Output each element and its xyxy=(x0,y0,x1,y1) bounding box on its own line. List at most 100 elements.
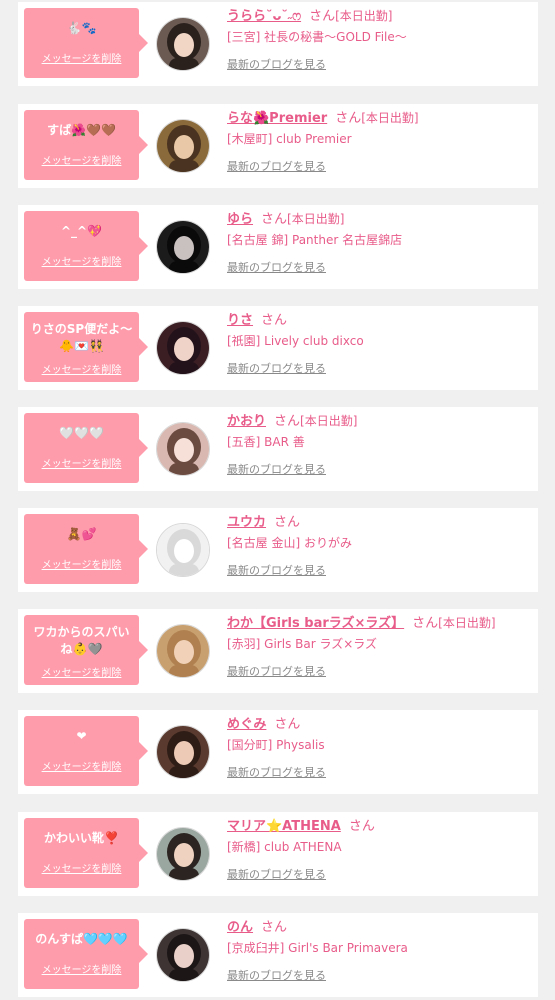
message-bubble: のんすぱ🩵🩵🩵 メッセージを削除 xyxy=(24,919,148,989)
honorific: さん xyxy=(261,212,288,227)
message-text: のんすぱ🩵🩵🩵 xyxy=(35,932,128,946)
shop-name: [名古屋 錦] Panther 名古屋錦店 xyxy=(227,233,403,247)
delete-message-link[interactable]: メッセージを削除 xyxy=(24,664,139,679)
message-card: 🤍🤍🤍 メッセージを削除 かおり さん[本日出勤] [五香] BAR 善最新のブログを見… xyxy=(18,407,538,491)
shop-name: [五香] BAR 善 xyxy=(227,435,305,449)
message-text: 🧸💕 xyxy=(66,527,97,541)
work-status-badge: [本日出勤] xyxy=(438,616,496,630)
avatar[interactable] xyxy=(156,523,210,577)
message-text: ^_^💖 xyxy=(60,224,103,238)
message-list: 🐇🐾 メッセージを削除 うらら˘ᴗ˘˶ෆ さん[本日出勤] [三宮] 社長の秘書〜GOL… xyxy=(0,0,555,1000)
message-text: ❤ xyxy=(76,729,87,743)
message-bubble: ワカからのスパいね👶🩶 メッセージを削除 xyxy=(24,615,148,685)
latest-blog-link[interactable]: 最新のブログを見る xyxy=(227,765,326,781)
avatar[interactable] xyxy=(156,119,210,173)
shop-name: [京成臼井] Girl's Bar Primavera xyxy=(227,941,408,955)
latest-blog-link[interactable]: 最新のブログを見る xyxy=(227,968,326,984)
delete-message-link[interactable]: メッセージを削除 xyxy=(24,50,139,65)
honorific: さん xyxy=(261,313,288,328)
avatar[interactable] xyxy=(156,220,210,274)
message-bubble: 🤍🤍🤍 メッセージを削除 xyxy=(24,413,148,483)
sender-name-link[interactable]: ユウカ xyxy=(227,515,266,530)
sender-info: りさ さん [祇園] Lively club dixco 最新のブログを見る xyxy=(227,309,532,377)
sender-info: ユウカ さん [名古屋 金山] おりがみ 最新のブログを見る xyxy=(227,511,532,579)
sender-name-link[interactable]: のん xyxy=(227,920,253,935)
shop-name: [祇園] Lively club dixco xyxy=(227,334,364,348)
latest-blog-link[interactable]: 最新のブログを見る xyxy=(227,361,326,377)
honorific: さん xyxy=(261,920,288,935)
delete-message-link[interactable]: メッセージを削除 xyxy=(24,253,139,268)
message-card: 🧸💕 メッセージを削除 ユウカ さん [名古屋 金山] おりがみ 最新のブログを見る xyxy=(18,508,538,592)
sender-name-link[interactable]: うらら˘ᴗ˘˶ෆ xyxy=(227,9,301,24)
sender-info: わか【Girls barラズ×ラズ】 さん[本日出勤] [赤羽] Girls Bar… xyxy=(227,612,532,680)
message-text: 🤍🤍🤍 xyxy=(59,426,104,440)
avatar[interactable] xyxy=(156,928,210,982)
message-card: りさのSP便だよ〜🐥💌👯 メッセージを削除 りさ さん [祇園] Lively club… xyxy=(18,306,538,390)
latest-blog-link[interactable]: 最新のブログを見る xyxy=(227,57,326,73)
message-bubble: りさのSP便だよ〜🐥💌👯 メッセージを削除 xyxy=(24,312,148,382)
delete-message-link[interactable]: メッセージを削除 xyxy=(24,860,139,875)
message-text: 🐇🐾 xyxy=(66,21,97,35)
honorific: さん xyxy=(274,515,301,530)
message-card: のんすぱ🩵🩵🩵 メッセージを削除 のん さん [京成臼井] Girl's Bar Pri… xyxy=(18,913,538,997)
message-card: すば🌺🤎🤎 メッセージを削除 らな🌺Premier さん[本日出勤] [木屋町] clu… xyxy=(18,104,538,188)
sender-info: かおり さん[本日出勤] [五香] BAR 善最新のブログを見る xyxy=(227,410,532,478)
honorific: さん xyxy=(348,819,375,834)
delete-message-link[interactable]: メッセージを削除 xyxy=(24,758,139,773)
message-text: りさのSP便だよ〜🐥💌👯 xyxy=(30,322,133,353)
sender-name-link[interactable]: かおり xyxy=(227,414,266,429)
message-bubble: かわいい靴❣️ メッセージを削除 xyxy=(24,818,148,888)
message-bubble: ❤ メッセージを削除 xyxy=(24,716,148,786)
avatar[interactable] xyxy=(156,422,210,476)
honorific: さん xyxy=(335,111,362,126)
message-bubble: 🧸💕 メッセージを削除 xyxy=(24,514,148,584)
shop-name: [三宮] 社長の秘書〜GOLD File〜 xyxy=(227,30,407,44)
avatar[interactable] xyxy=(156,725,210,779)
sender-info: マリア⭐ATHENA さん [新橋] club ATHENA 最新のブログを見る xyxy=(227,815,532,883)
sender-name-link[interactable]: マリア⭐ATHENA xyxy=(227,819,341,834)
delete-message-link[interactable]: メッセージを削除 xyxy=(24,152,139,167)
work-status-badge: [本日出勤] xyxy=(361,111,419,125)
message-text: かわいい靴❣️ xyxy=(44,831,119,845)
avatar[interactable] xyxy=(156,624,210,678)
message-card: ^_^💖 メッセージを削除 ゆら さん[本日出勤] [名古屋 錦] Panther 名古… xyxy=(18,205,538,289)
sender-name-link[interactable]: ゆら xyxy=(227,212,253,227)
honorific: さん xyxy=(412,616,439,631)
shop-name: [名古屋 金山] おりがみ xyxy=(227,536,352,550)
honorific: さん xyxy=(274,717,301,732)
honorific: さん xyxy=(309,9,336,24)
honorific: さん xyxy=(274,414,301,429)
latest-blog-link[interactable]: 最新のブログを見る xyxy=(227,664,326,680)
work-status-badge: [本日出勤] xyxy=(287,212,345,226)
work-status-badge: [本日出勤] xyxy=(335,9,393,23)
delete-message-link[interactable]: メッセージを削除 xyxy=(24,361,139,376)
message-text: すば🌺🤎🤎 xyxy=(47,123,116,137)
shop-name: [赤羽] Girls Bar ラズ×ラズ xyxy=(227,637,378,651)
latest-blog-link[interactable]: 最新のブログを見る xyxy=(227,563,326,579)
shop-name: [国分町] Physalis xyxy=(227,738,325,752)
sender-info: らな🌺Premier さん[本日出勤] [木屋町] club Premier 最新のブ… xyxy=(227,107,532,175)
message-card: ❤ メッセージを削除 めぐみ さん [国分町] Physalis 最新のブログを見る xyxy=(18,710,538,794)
message-card: ワカからのスパいね👶🩶 メッセージを削除 わか【Girls barラズ×ラズ】 さん[… xyxy=(18,609,538,693)
sender-name-link[interactable]: りさ xyxy=(227,313,253,328)
shop-name: [木屋町] club Premier xyxy=(227,132,352,146)
work-status-badge: [本日出勤] xyxy=(300,414,358,428)
delete-message-link[interactable]: メッセージを削除 xyxy=(24,961,139,976)
latest-blog-link[interactable]: 最新のブログを見る xyxy=(227,159,326,175)
latest-blog-link[interactable]: 最新のブログを見る xyxy=(227,462,326,478)
delete-message-link[interactable]: メッセージを削除 xyxy=(24,455,139,470)
latest-blog-link[interactable]: 最新のブログを見る xyxy=(227,867,326,883)
sender-name-link[interactable]: わか【Girls barラズ×ラズ】 xyxy=(227,616,404,631)
sender-info: のん さん [京成臼井] Girl's Bar Primavera 最新のブログを見る xyxy=(227,916,532,984)
message-text: ワカからのスパいね👶🩶 xyxy=(33,625,130,656)
sender-name-link[interactable]: らな🌺Premier xyxy=(227,111,327,126)
avatar[interactable] xyxy=(156,17,210,71)
avatar[interactable] xyxy=(156,827,210,881)
message-bubble: すば🌺🤎🤎 メッセージを削除 xyxy=(24,110,148,180)
message-card: 🐇🐾 メッセージを削除 うらら˘ᴗ˘˶ෆ さん[本日出勤] [三宮] 社長の秘書〜GOL… xyxy=(18,2,538,86)
avatar[interactable] xyxy=(156,321,210,375)
sender-name-link[interactable]: めぐみ xyxy=(227,717,266,732)
latest-blog-link[interactable]: 最新のブログを見る xyxy=(227,260,326,276)
delete-message-link[interactable]: メッセージを削除 xyxy=(24,556,139,571)
message-bubble: 🐇🐾 メッセージを削除 xyxy=(24,8,148,78)
